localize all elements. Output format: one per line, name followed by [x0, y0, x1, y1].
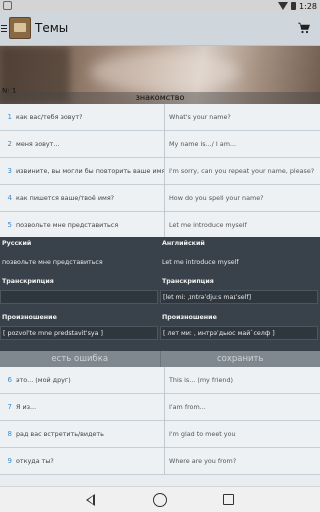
phrase-row-selected[interactable]: 5 позвольте мне представиться Let me int…	[0, 211, 320, 239]
russian-transcription-header: Транскрипция	[2, 278, 54, 285]
phrase-row[interactable]: 3 извините, вы могли бы повторить ваше и…	[0, 157, 320, 185]
phrase-row[interactable]: 9 откуда ты? Where are you from?	[0, 447, 320, 475]
report-error-button[interactable]: есть ошибка	[0, 351, 160, 367]
english-text: Let me introduce myself	[162, 259, 239, 266]
phrase-russian: извините, вы могли бы повторить ваше имя	[16, 167, 164, 175]
phrase-number: 2	[7, 140, 12, 148]
phrase-english: My name is.../ I am...	[169, 140, 237, 148]
home-icon[interactable]	[153, 493, 167, 507]
status-indicators: 1:28	[278, 0, 317, 12]
russian-pronunciation-box: [ pozvol'te mne predstavit'sya ]	[0, 326, 158, 340]
phrase-list-continued: 6 это... (мой друг) This is... (my frien…	[0, 366, 320, 475]
phrase-english: Where are you from?	[169, 457, 237, 465]
phrase-english: I'm glad to meet you	[169, 430, 236, 438]
phrase-number: 8	[7, 430, 12, 438]
lesson-title: знакомство	[135, 93, 185, 102]
phrase-russian: откуда ты?	[16, 457, 54, 465]
status-bar: 1:28	[0, 0, 320, 12]
phrase-number: 3	[7, 167, 12, 175]
english-transcription: [let miː ˌɪntrəˈdjuːs maɪˈself]	[163, 294, 252, 301]
detail-russian-column: Русский позвольте мне представиться Тран…	[0, 237, 160, 351]
english-transcription-header: Транскрипция	[162, 278, 214, 285]
notification-icon	[3, 1, 12, 10]
english-header: Английский	[162, 240, 205, 247]
phrase-english: I'am from...	[169, 403, 206, 411]
menu-icon[interactable]	[1, 25, 7, 32]
phrase-russian: позвольте мне представиться	[16, 221, 119, 229]
detail-action-bar: есть ошибка сохранить	[0, 351, 320, 367]
phrase-russian: рад вас встретить/видеть	[16, 430, 104, 438]
status-time: 1:28	[299, 1, 317, 11]
english-transcription-box: [let miː ˌɪntrəˈdjuːs maɪˈself]	[160, 290, 318, 304]
app-bar: Темы	[0, 12, 320, 46]
phrase-row[interactable]: 7 Я из... I'am from...	[0, 393, 320, 421]
navigation-bar	[0, 486, 320, 512]
english-pronunciation-header: Произношение	[162, 314, 217, 321]
russian-pronunciation: [ pozvol'te mne predstavit'sya ]	[3, 330, 103, 337]
phrase-russian: как пишется ваше/твоё имя?	[16, 194, 115, 202]
phrase-row[interactable]: 2 меня зовут... My name is.../ I am...	[0, 130, 320, 158]
recents-icon[interactable]	[223, 494, 234, 505]
phrase-row[interactable]: 4 как пишется ваше/твоё имя? How do you …	[0, 184, 320, 212]
russian-pronunciation-header: Произношение	[2, 314, 57, 321]
phrase-number: 6	[7, 376, 12, 384]
phrase-english: This is... (my friend)	[169, 376, 234, 384]
save-button[interactable]: сохранить	[161, 351, 320, 367]
phrase-number: 4	[7, 194, 12, 202]
phrase-russian: Я из...	[16, 403, 37, 411]
banner-image-highlight	[90, 52, 240, 92]
phrase-english: Let me introduce myself	[169, 221, 247, 229]
phrase-russian: как вас/тебя зовут?	[16, 113, 83, 121]
phrase-detail-panel: Русский позвольте мне представиться Тран…	[0, 237, 320, 367]
english-pronunciation-box: [ лет миː ˌ интрэˈдьюс май`селф ]	[160, 326, 318, 340]
app-logo-icon[interactable]	[9, 17, 31, 39]
phrase-row[interactable]: 1 как вас/тебя зовут? What's your name?	[0, 103, 320, 131]
phrase-number: 1	[7, 113, 12, 121]
phrase-russian: это... (мой друг)	[16, 376, 71, 384]
back-icon[interactable]	[86, 494, 95, 506]
wifi-icon	[278, 2, 289, 10]
russian-text: позвольте мне представиться	[2, 259, 103, 266]
english-pronunciation: [ лет миː ˌ интрэˈдьюс май`селф ]	[163, 330, 275, 337]
russian-header: Русский	[2, 240, 32, 247]
phrase-english: I'm sorry, can you repeat your name, ple…	[169, 167, 315, 175]
phrase-english: What's your name?	[169, 113, 231, 121]
detail-english-column: Английский Let me introduce myself Транс…	[160, 237, 320, 351]
phrase-row[interactable]: 6 это... (мой друг) This is... (my frien…	[0, 366, 320, 394]
lesson-banner: N: 1 знакомство	[0, 46, 320, 104]
phrase-list: 1 как вас/тебя зовут? What's your name? …	[0, 103, 320, 239]
phrase-number: 5	[7, 221, 12, 229]
app-title: Темы	[35, 21, 69, 35]
russian-transcription-box	[0, 290, 158, 304]
battery-icon	[291, 2, 297, 10]
cart-icon[interactable]	[298, 22, 310, 34]
phrase-number: 7	[7, 403, 12, 411]
phrase-english: How do you spell your name?	[169, 194, 264, 202]
phrase-number: 9	[7, 457, 12, 465]
phrase-row[interactable]: 8 рад вас встретить/видеть I'm glad to m…	[0, 420, 320, 448]
phrase-russian: меня зовут...	[16, 140, 60, 148]
